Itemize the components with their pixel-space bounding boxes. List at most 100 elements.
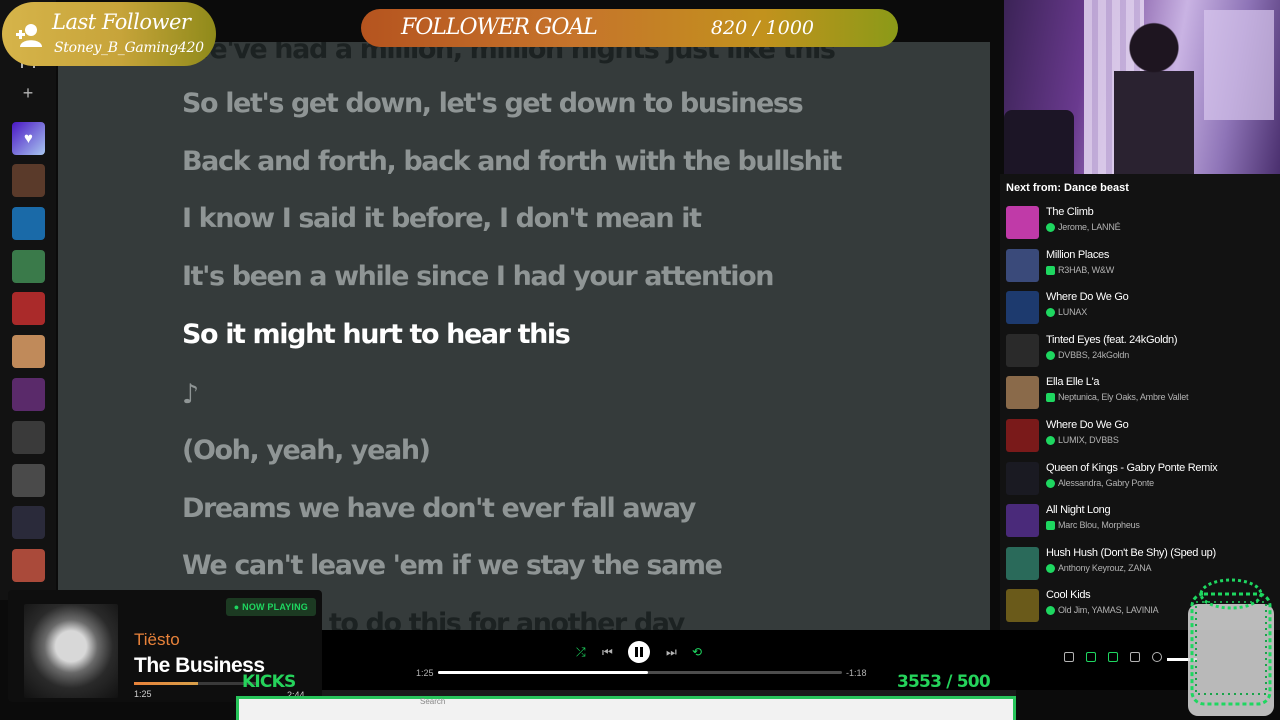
now-playing-view-icon[interactable] [1064,652,1074,662]
lyric-line[interactable]: I know I said it before, I don't mean it [182,203,702,234]
elapsed-time: 1:25 [416,668,434,678]
library-playlist-thumb[interactable] [12,292,45,326]
queue-icon[interactable] [1108,652,1118,662]
library-playlist-thumb[interactable] [12,164,45,197]
queue-item[interactable]: Ella Elle L'a Neptunica, Ely Oaks, Ambre … [1006,374,1276,410]
download-icon [1046,265,1055,275]
webcam-feed [1004,0,1280,174]
lyric-line[interactable]: Dreams we have don't ever fall away [182,493,696,524]
lyric-line[interactable]: We can't leave 'em if we stay the same [182,550,723,581]
queue-item[interactable]: Queen of Kings - Gabry Ponte Remix Alessa… [1006,460,1276,496]
next-icon[interactable]: ⏭ [666,645,677,659]
library-playlist-thumb[interactable] [12,463,45,497]
lyrics-icon[interactable] [1086,652,1096,662]
queue-item-art [1006,291,1039,325]
download-icon [1046,393,1055,403]
download-icon [1046,350,1055,360]
last-follower-name: Stoney_B_Gaming420 [54,40,204,56]
lyric-line[interactable]: (Ooh, yeah, yeah) [182,435,431,466]
queue-item-title: Hush Hush (Don't Be Shy) (Sped up) [1046,546,1216,559]
lyric-line[interactable]: Back and forth, back and forth with the … [182,146,842,177]
queue-item-artists: R3HAB, W&W [1046,265,1114,275]
album-art [24,604,118,698]
kicks-label: KICKS [242,672,296,692]
queue-item-art [1006,504,1039,538]
queue-heading: Next from: Dance beast [1006,182,1129,194]
now-playing-progress [134,682,258,685]
queue-item-title: Ella Elle L'a [1046,376,1100,389]
queue-item[interactable]: The Climb Jerome, LANNÉ [1006,204,1276,240]
library-playlist-thumb[interactable] [12,549,45,583]
queue-item-artists: Anthony Keyrouz, ZANA [1046,563,1152,573]
library-sidebar: + ♥ [0,0,56,600]
library-playlist-thumb[interactable] [12,335,45,369]
queue-item-art [1006,206,1039,239]
add-playlist-icon[interactable]: + [19,84,37,102]
library-playlist-thumb[interactable] [12,506,45,540]
shuffle-icon[interactable]: ⤮ [576,645,586,659]
volume-icon[interactable] [1152,652,1162,662]
add-user-icon [16,24,42,47]
library-playlist-thumb[interactable] [12,206,45,240]
queue-panel: Next from: Dance beast The Climb Jerome, … [1000,174,1280,630]
streamer [1114,20,1194,174]
queue-item-artists: LUNAX [1046,307,1087,318]
progress-bar[interactable] [438,671,842,674]
queue-item-art [1006,248,1039,282]
queue-item-art [1006,546,1039,580]
queue-item-art [1006,461,1039,495]
queue-item-art [1006,333,1039,367]
queue-item-title: Million Places [1046,248,1110,261]
devices-icon[interactable] [1130,652,1140,662]
queue-item[interactable]: Million Places R3HAB, W&W [1006,247,1276,283]
queue-item-artists: Old Jim, YAMAS, LAVINIA [1046,605,1159,616]
last-follower-overlay: Last Follower Stoney_B_Gaming420 [2,2,216,66]
queue-item-art [1006,419,1039,452]
queue-item-title: Tinted Eyes (feat. 24kGoldn) [1046,333,1178,346]
queue-item-artists: LUMIX, DVBBS [1046,435,1119,445]
queue-item[interactable]: All Night Long Marc Blou, Morpheus [1006,502,1276,538]
last-follower-title: Last Follower [52,10,191,34]
lyrics-view: We've had a million, million nights just… [58,42,990,630]
liked-songs-icon[interactable]: ♥ [12,122,45,155]
queue-item-artists: Jerome, LANNÉ [1046,222,1121,232]
queue-item[interactable]: Where Do We Go LUNAX [1006,289,1276,325]
download-icon [1046,478,1055,488]
queue-item-title: Cool Kids [1046,589,1091,602]
follower-goal-count: 820 / 1000 [710,17,814,39]
follower-goal-label: FOLLOWER GOAL [401,15,598,40]
library-playlist-thumb[interactable] [12,249,45,283]
kicks-count: 3553 / 500 [897,672,991,692]
queue-item-title: Where Do We Go [1046,419,1129,431]
queue-item-title: The Climb [1046,206,1094,218]
library-playlist-thumb[interactable] [12,378,45,411]
queue-item-artists: Alessandra, Gabry Ponte [1046,478,1154,488]
queue-item-title: All Night Long [1046,504,1111,517]
lyric-line[interactable]: It's been a while since I had your atten… [182,261,775,292]
now-playing-badge: ● NOW PLAYING [225,598,316,616]
lyric-line[interactable]: So let's get down, let's get down to bus… [182,88,804,119]
previous-icon[interactable]: ⏮ [602,645,613,659]
download-icon [1046,563,1055,573]
queue-item-art [1006,376,1039,410]
remaining-time: -1:18 [846,668,867,678]
download-icon [1046,436,1055,445]
download-icon [1046,223,1055,232]
queue-item-title: Where Do We Go [1046,291,1129,304]
extra-controls [1064,652,1184,668]
lyric-line-active[interactable]: So it might hurt to hear this [182,319,571,350]
queue-item[interactable]: Where Do We Go LUMIX, DVBBS [1006,417,1276,453]
lyric-line[interactable]: ♪ [182,379,199,410]
repeat-icon[interactable]: ⟲ [692,645,702,659]
library-playlist-thumb[interactable] [12,420,45,454]
queue-item-title: Queen of Kings - Gabry Ponte Remix [1046,461,1218,474]
now-playing-elapsed: 1:25 [134,689,152,699]
queue-item-artists: Neptunica, Ely Oaks, Ambre Vallet [1046,392,1188,403]
now-playing-artist: Tiësto [134,630,180,649]
decorative-jar [1188,578,1274,716]
webcam-chair [1004,110,1074,174]
pause-button[interactable] [628,641,650,663]
follower-goal-overlay: FOLLOWER GOAL 820 / 1000 [361,9,898,47]
queue-item[interactable]: Tinted Eyes (feat. 24kGoldn) DVBBS, 24kGo… [1006,332,1276,368]
taskbar-search[interactable]: Search [420,697,445,706]
